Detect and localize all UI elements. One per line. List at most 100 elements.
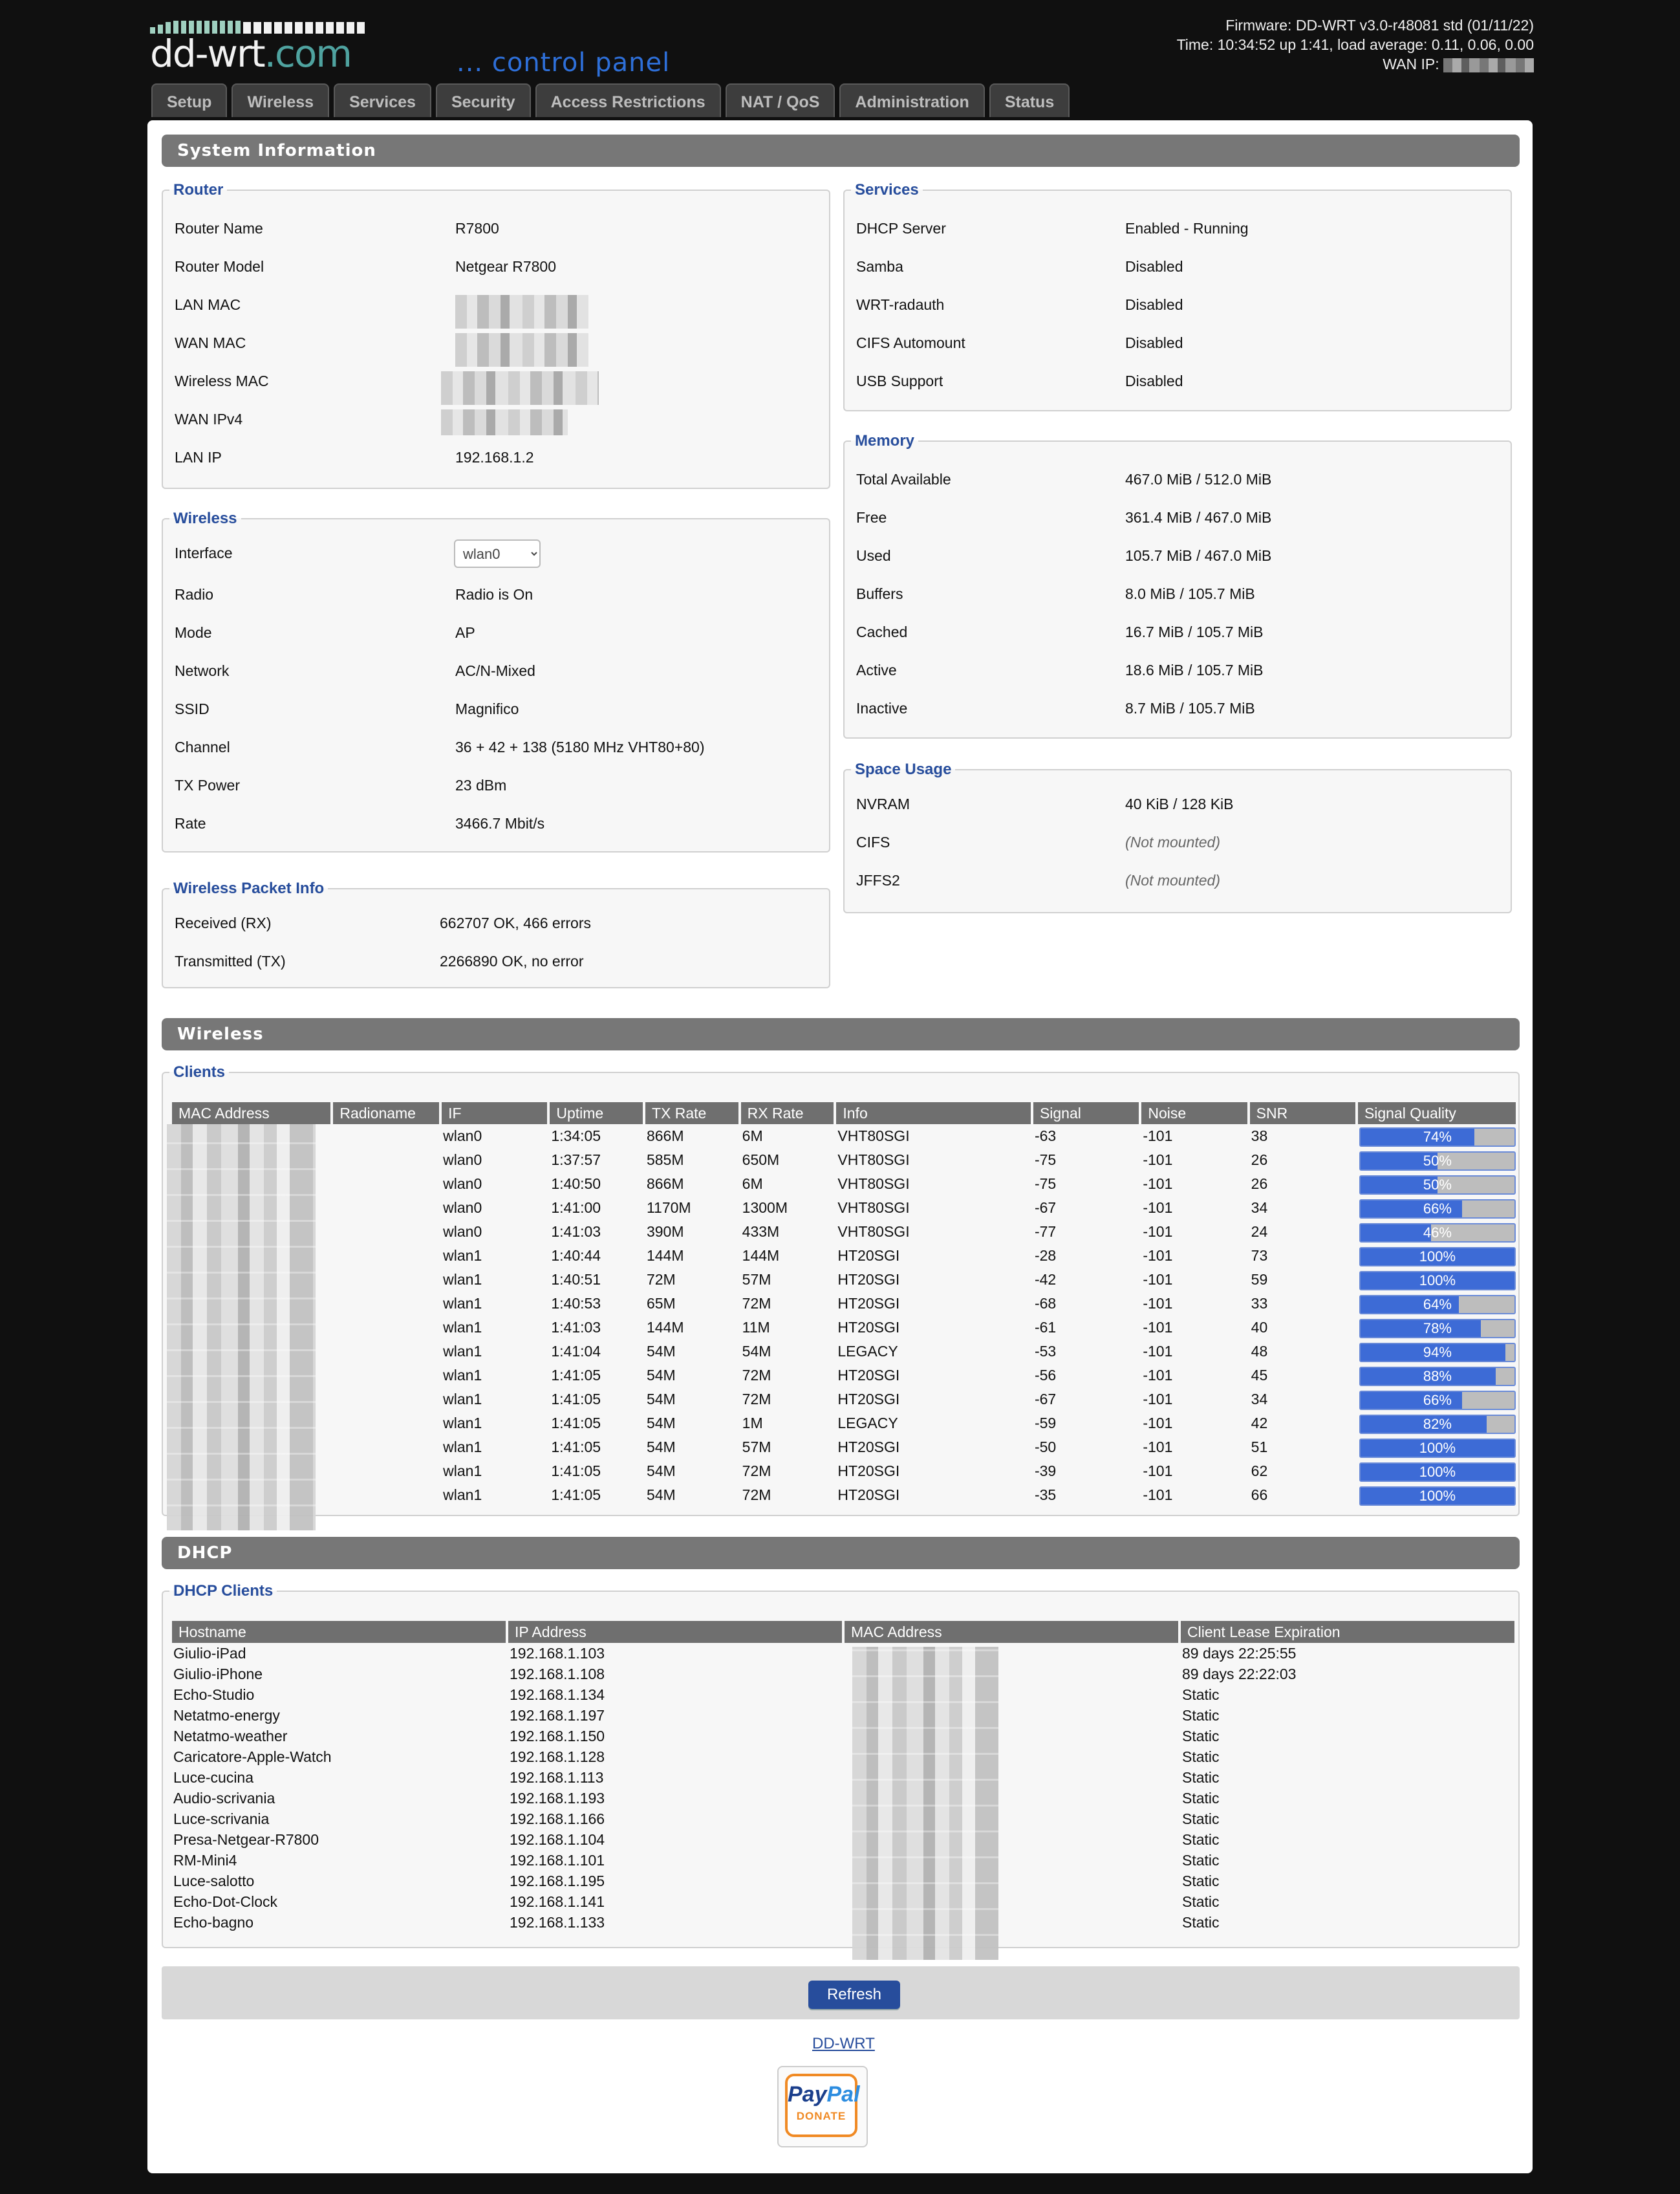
col-info[interactable]: Info bbox=[836, 1102, 1031, 1124]
main-tabs: Setup Wireless Services Security Access … bbox=[151, 83, 1070, 117]
wireless-box: Wireless Interface wlan0 Radio Radio is O… bbox=[162, 510, 830, 853]
client-row: wlan1 1:41:05 54M 72M HT20SGI -35 -101 66 100% bbox=[172, 1483, 1516, 1507]
tab-access-restrictions[interactable]: Access Restrictions bbox=[535, 83, 721, 117]
dhcp-hostname: Luce-cucina bbox=[173, 1769, 254, 1786]
client-row: wlan1 1:40:51 72M 57M HT20SGI -42 -101 59 100% bbox=[172, 1268, 1516, 1292]
ddwrt-page: dd-wrt.com ... control panel Firmware: D… bbox=[0, 0, 1680, 2194]
client-rx-rate: 433M bbox=[742, 1223, 780, 1240]
client-radioname bbox=[333, 1172, 439, 1196]
client-noise: -101 bbox=[1143, 1295, 1173, 1312]
dhcp-lease: Static bbox=[1182, 1893, 1220, 1910]
paypal-donate-button[interactable]: PayPal DONATE bbox=[777, 2066, 868, 2147]
dhcp-ip: 192.168.1.134 bbox=[510, 1686, 605, 1703]
col-noise[interactable]: Noise bbox=[1141, 1102, 1247, 1124]
client-radioname bbox=[333, 1459, 439, 1483]
col-lease-expiration[interactable]: Client Lease Expiration bbox=[1181, 1621, 1514, 1643]
space-usage-box: Space Usage NVRAM 40 KiB / 128 KiB CIFS (N… bbox=[843, 761, 1512, 913]
wan-ip: WAN IP: bbox=[1177, 54, 1534, 74]
col-radioname[interactable]: Radioname bbox=[333, 1102, 440, 1124]
signal-quality-label: 74% bbox=[1423, 1129, 1452, 1145]
packet-info-box: Wireless Packet Info Received (RX) 662707… bbox=[162, 880, 830, 988]
dhcp-row: Caricatore-Apple-Watch 192.168.1.128 Stati… bbox=[172, 1746, 1514, 1767]
client-uptime: 1:41:00 bbox=[551, 1199, 601, 1216]
dhcp-hostname: Giulio-iPhone bbox=[173, 1666, 263, 1682]
client-rx-rate: 1M bbox=[742, 1415, 763, 1431]
interface-select[interactable]: wlan0 bbox=[454, 539, 541, 568]
tab-setup[interactable]: Setup bbox=[151, 83, 228, 117]
dhcp-ip: 192.168.1.166 bbox=[510, 1810, 605, 1827]
dhcp-hostname: Presa-Netgear-R7800 bbox=[173, 1831, 319, 1848]
client-rx-rate: 11M bbox=[742, 1319, 770, 1336]
col-snr[interactable]: SNR bbox=[1249, 1102, 1355, 1124]
client-radioname bbox=[333, 1220, 439, 1244]
memory-active-row: Active 18.6 MiB / 105.7 MiB bbox=[856, 662, 1264, 679]
client-info: HT20SGI bbox=[837, 1271, 900, 1288]
col-uptime[interactable]: Uptime bbox=[550, 1102, 643, 1124]
client-row: wlan0 1:37:57 585M 650M VHT80SGI -75 -101 26 50% bbox=[172, 1148, 1516, 1172]
tab-administration[interactable]: Administration bbox=[839, 83, 985, 117]
col-if[interactable]: IF bbox=[442, 1102, 548, 1124]
ssid-row: SSID Magnifico bbox=[175, 701, 519, 717]
client-if: wlan0 bbox=[443, 1151, 482, 1168]
client-uptime: 1:41:05 bbox=[551, 1486, 601, 1503]
dhcp-mac-redacted bbox=[852, 1647, 998, 1960]
tab-status[interactable]: Status bbox=[989, 83, 1070, 117]
client-tx-rate: 866M bbox=[646, 1127, 684, 1144]
tab-services[interactable]: Services bbox=[334, 83, 431, 117]
dhcp-server-row: DHCP Server Enabled - Running bbox=[856, 220, 1249, 237]
client-signal: -77 bbox=[1034, 1223, 1057, 1240]
col-dhcp-mac-address[interactable]: MAC Address bbox=[845, 1621, 1178, 1643]
col-signal[interactable]: Signal bbox=[1033, 1102, 1139, 1124]
tab-nat-qos[interactable]: NAT / QoS bbox=[725, 83, 835, 117]
client-uptime: 1:40:50 bbox=[551, 1175, 601, 1192]
interface-row: Interface wlan0 bbox=[163, 539, 829, 568]
dhcp-ip: 192.168.1.103 bbox=[510, 1645, 605, 1662]
col-mac-address[interactable]: MAC Address bbox=[172, 1102, 331, 1124]
client-uptime: 1:34:05 bbox=[551, 1127, 601, 1144]
signal-quality-label: 100% bbox=[1419, 1464, 1456, 1480]
signal-quality-bar: 50% bbox=[1359, 1151, 1516, 1171]
dhcp-row: Echo-bagno 192.168.1.133 Static bbox=[172, 1912, 1514, 1933]
tab-security[interactable]: Security bbox=[435, 83, 531, 117]
signal-quality-bar: 82% bbox=[1359, 1415, 1516, 1434]
client-radioname bbox=[333, 1435, 439, 1459]
dhcp-row: Audio-scrivania 192.168.1.193 Static bbox=[172, 1788, 1514, 1808]
firmware-version: Firmware: DD-WRT v3.0-r48081 std (01/11/… bbox=[1225, 17, 1534, 34]
client-noise: -101 bbox=[1143, 1367, 1173, 1384]
lan-mac-redacted bbox=[455, 295, 588, 329]
client-mac-redacted bbox=[167, 1124, 316, 1530]
client-radioname bbox=[333, 1148, 439, 1172]
client-signal: -63 bbox=[1034, 1127, 1057, 1144]
memory-inactive-row: Inactive 8.7 MiB / 105.7 MiB bbox=[856, 700, 1255, 717]
dhcp-lease: Static bbox=[1182, 1914, 1220, 1931]
client-signal: -35 bbox=[1034, 1486, 1057, 1503]
refresh-bar: Refresh bbox=[162, 1966, 1520, 2019]
wan-ipv4-row: WAN IPv4 bbox=[163, 409, 829, 435]
client-row: wlan0 1:34:05 866M 6M VHT80SGI -63 -101 38 74% bbox=[172, 1124, 1516, 1148]
col-tx-rate[interactable]: TX Rate bbox=[645, 1102, 738, 1124]
client-if: wlan1 bbox=[443, 1295, 482, 1312]
tab-wireless[interactable]: Wireless bbox=[232, 83, 330, 117]
client-rx-rate: 72M bbox=[742, 1486, 771, 1503]
memory-cached-row: Cached 16.7 MiB / 105.7 MiB bbox=[856, 624, 1264, 640]
refresh-button[interactable]: Refresh bbox=[808, 1981, 900, 2009]
client-snr: 48 bbox=[1251, 1343, 1268, 1360]
ddwrt-link[interactable]: DD-WRT bbox=[812, 2035, 875, 2053]
col-ip-address[interactable]: IP Address bbox=[508, 1621, 842, 1643]
client-info: VHT80SGI bbox=[837, 1199, 910, 1216]
lan-mac-row: LAN MAC bbox=[163, 295, 829, 329]
dhcp-hostname: Luce-scrivania bbox=[173, 1810, 270, 1827]
client-snr: 59 bbox=[1251, 1271, 1268, 1288]
col-hostname[interactable]: Hostname bbox=[172, 1621, 506, 1643]
col-signal-quality[interactable]: Signal Quality bbox=[1357, 1102, 1516, 1124]
client-tx-rate: 866M bbox=[646, 1175, 684, 1192]
client-row: wlan1 1:41:03 144M 11M HT20SGI -61 -101 40 78% bbox=[172, 1316, 1516, 1340]
signal-quality-bar: 74% bbox=[1359, 1127, 1516, 1147]
client-info: HT20SGI bbox=[837, 1367, 900, 1384]
section-dhcp: DHCP bbox=[162, 1537, 1520, 1569]
client-row: wlan1 1:41:05 54M 1M LEGACY -59 -101 42 82% bbox=[172, 1411, 1516, 1435]
memory-buffers-row: Buffers 8.0 MiB / 105.7 MiB bbox=[856, 585, 1255, 602]
col-rx-rate[interactable]: RX Rate bbox=[740, 1102, 834, 1124]
client-radioname bbox=[333, 1124, 439, 1148]
dhcp-lease: Static bbox=[1182, 1810, 1220, 1827]
